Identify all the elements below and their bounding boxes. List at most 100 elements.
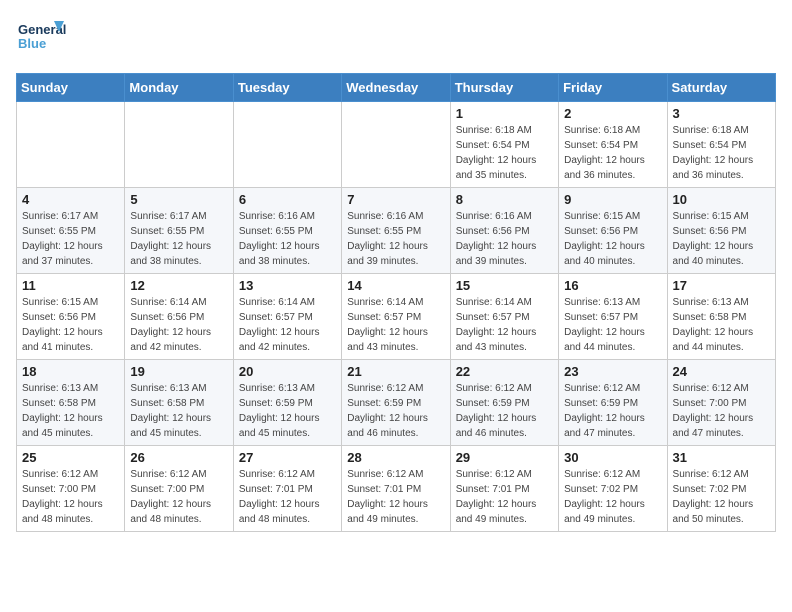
- day-number: 16: [564, 278, 661, 293]
- calendar-cell: 29 Sunrise: 6:12 AMSunset: 7:01 PMDayligh…: [450, 446, 558, 532]
- calendar-cell: 20 Sunrise: 6:13 AMSunset: 6:59 PMDayligh…: [233, 360, 341, 446]
- calendar-cell: 23 Sunrise: 6:12 AMSunset: 6:59 PMDayligh…: [559, 360, 667, 446]
- day-number: 19: [130, 364, 227, 379]
- weekday-header-thursday: Thursday: [450, 74, 558, 102]
- calendar-cell: 15 Sunrise: 6:14 AMSunset: 6:57 PMDayligh…: [450, 274, 558, 360]
- calendar-cell: 12Sunrise: 6:14 AMSunset: 6:56 PMDayligh…: [125, 274, 233, 360]
- day-number: 26: [130, 450, 227, 465]
- day-number: 13: [239, 278, 336, 293]
- day-info: Sunrise: 6:12 AMSunset: 7:00 PMDaylight:…: [22, 467, 119, 527]
- day-number: 15: [456, 278, 553, 293]
- day-number: 7: [347, 192, 444, 207]
- calendar-cell: 2 Sunrise: 6:18 AMSunset: 6:54 PMDaylight…: [559, 102, 667, 188]
- calendar-cell: 11 Sunrise: 6:15 AMSunset: 6:56 PMDayligh…: [17, 274, 125, 360]
- calendar-cell: 3 Sunrise: 6:18 AMSunset: 6:54 PMDaylight…: [667, 102, 775, 188]
- day-number: 27: [239, 450, 336, 465]
- day-number: 6: [239, 192, 336, 207]
- weekday-header-saturday: Saturday: [667, 74, 775, 102]
- day-info: Sunrise: 6:13 AMSunset: 6:59 PMDaylight:…: [239, 381, 336, 441]
- day-info: Sunrise: 6:12 AMSunset: 7:01 PMDaylight:…: [456, 467, 553, 527]
- day-info: Sunrise: 6:13 AMSunset: 6:58 PMDaylight:…: [22, 381, 119, 441]
- day-number: 29: [456, 450, 553, 465]
- calendar-cell: 5 Sunrise: 6:17 AMSunset: 6:55 PMDaylight…: [125, 188, 233, 274]
- day-info: Sunrise: 6:14 AMSunset: 6:57 PMDaylight:…: [239, 295, 336, 355]
- weekday-header-monday: Monday: [125, 74, 233, 102]
- day-number: 22: [456, 364, 553, 379]
- day-info: Sunrise: 6:12 AMSunset: 6:59 PMDaylight:…: [456, 381, 553, 441]
- weekday-header-friday: Friday: [559, 74, 667, 102]
- day-info: Sunrise: 6:13 AMSunset: 6:58 PMDaylight:…: [673, 295, 770, 355]
- day-number: 20: [239, 364, 336, 379]
- day-number: 11: [22, 278, 119, 293]
- day-number: 23: [564, 364, 661, 379]
- day-info: Sunrise: 6:16 AMSunset: 6:56 PMDaylight:…: [456, 209, 553, 269]
- page-header: General Blue: [16, 16, 776, 61]
- day-info: Sunrise: 6:13 AMSunset: 6:57 PMDaylight:…: [564, 295, 661, 355]
- day-number: 14: [347, 278, 444, 293]
- day-info: Sunrise: 6:14 AMSunset: 6:56 PMDaylight:…: [130, 295, 227, 355]
- day-info: Sunrise: 6:18 AMSunset: 6:54 PMDaylight:…: [564, 123, 661, 183]
- calendar-cell: 6 Sunrise: 6:16 AMSunset: 6:55 PMDaylight…: [233, 188, 341, 274]
- calendar-cell: 31 Sunrise: 6:12 AMSunset: 7:02 PMDayligh…: [667, 446, 775, 532]
- day-info: Sunrise: 6:12 AMSunset: 7:00 PMDaylight:…: [673, 381, 770, 441]
- calendar-cell: 30Sunrise: 6:12 AMSunset: 7:02 PMDayligh…: [559, 446, 667, 532]
- day-info: Sunrise: 6:12 AMSunset: 7:01 PMDaylight:…: [239, 467, 336, 527]
- calendar-cell: 9 Sunrise: 6:15 AMSunset: 6:56 PMDaylight…: [559, 188, 667, 274]
- calendar-cell: 19 Sunrise: 6:13 AMSunset: 6:58 PMDayligh…: [125, 360, 233, 446]
- calendar-week-row: 4Sunrise: 6:17 AMSunset: 6:55 PMDaylight…: [17, 188, 776, 274]
- day-number: 3: [673, 106, 770, 121]
- day-info: Sunrise: 6:17 AMSunset: 6:55 PMDaylight:…: [130, 209, 227, 269]
- weekday-header-wednesday: Wednesday: [342, 74, 450, 102]
- day-number: 18: [22, 364, 119, 379]
- day-info: Sunrise: 6:12 AMSunset: 7:02 PMDaylight:…: [564, 467, 661, 527]
- day-info: Sunrise: 6:15 AMSunset: 6:56 PMDaylight:…: [564, 209, 661, 269]
- day-number: 24: [673, 364, 770, 379]
- day-number: 2: [564, 106, 661, 121]
- calendar-cell: 4Sunrise: 6:17 AMSunset: 6:55 PMDaylight…: [17, 188, 125, 274]
- calendar-cell: 25 Sunrise: 6:12 AMSunset: 7:00 PMDayligh…: [17, 446, 125, 532]
- calendar-week-row: 25 Sunrise: 6:12 AMSunset: 7:00 PMDayligh…: [17, 446, 776, 532]
- day-number: 10: [673, 192, 770, 207]
- calendar-table: SundayMondayTuesdayWednesdayThursdayFrid…: [16, 73, 776, 532]
- calendar-cell: 16 Sunrise: 6:13 AMSunset: 6:57 PMDayligh…: [559, 274, 667, 360]
- calendar-cell: 27 Sunrise: 6:12 AMSunset: 7:01 PMDayligh…: [233, 446, 341, 532]
- calendar-cell: 10 Sunrise: 6:15 AMSunset: 6:56 PMDayligh…: [667, 188, 775, 274]
- calendar-cell: 21 Sunrise: 6:12 AMSunset: 6:59 PMDayligh…: [342, 360, 450, 446]
- day-info: Sunrise: 6:16 AMSunset: 6:55 PMDaylight:…: [239, 209, 336, 269]
- logo-svg: General Blue: [16, 16, 66, 61]
- logo: General Blue: [16, 16, 66, 61]
- day-number: 21: [347, 364, 444, 379]
- day-number: 25: [22, 450, 119, 465]
- day-number: 1: [456, 106, 553, 121]
- day-number: 8: [456, 192, 553, 207]
- day-info: Sunrise: 6:13 AMSunset: 6:58 PMDaylight:…: [130, 381, 227, 441]
- weekday-header-row: SundayMondayTuesdayWednesdayThursdayFrid…: [17, 74, 776, 102]
- day-number: 9: [564, 192, 661, 207]
- calendar-cell: [342, 102, 450, 188]
- day-info: Sunrise: 6:14 AMSunset: 6:57 PMDaylight:…: [456, 295, 553, 355]
- calendar-cell: [233, 102, 341, 188]
- day-info: Sunrise: 6:15 AMSunset: 6:56 PMDaylight:…: [22, 295, 119, 355]
- day-info: Sunrise: 6:17 AMSunset: 6:55 PMDaylight:…: [22, 209, 119, 269]
- calendar-cell: 26 Sunrise: 6:12 AMSunset: 7:00 PMDayligh…: [125, 446, 233, 532]
- day-info: Sunrise: 6:12 AMSunset: 6:59 PMDaylight:…: [347, 381, 444, 441]
- day-info: Sunrise: 6:12 AMSunset: 6:59 PMDaylight:…: [564, 381, 661, 441]
- calendar-cell: 1Sunrise: 6:18 AMSunset: 6:54 PMDaylight…: [450, 102, 558, 188]
- svg-text:Blue: Blue: [18, 36, 46, 51]
- day-info: Sunrise: 6:12 AMSunset: 7:02 PMDaylight:…: [673, 467, 770, 527]
- calendar-cell: 18 Sunrise: 6:13 AMSunset: 6:58 PMDayligh…: [17, 360, 125, 446]
- day-number: 31: [673, 450, 770, 465]
- calendar-week-row: 1 Sunrise: 6:18 AMSunset: 6:54 PMDaylight…: [17, 102, 776, 188]
- day-info: Sunrise: 6:15 AMSunset: 6:56 PMDaylight:…: [673, 209, 770, 269]
- weekday-header-sunday: Sunday: [17, 74, 125, 102]
- calendar-week-row: 11 Sunrise: 6:15 AMSunset: 6:56 PMDayligh…: [17, 274, 776, 360]
- calendar-cell: 28Sunrise: 6:12 AMSunset: 7:01 PMDayligh…: [342, 446, 450, 532]
- calendar-cell: 24 Sunrise: 6:12 AMSunset: 7:00 PMDayligh…: [667, 360, 775, 446]
- calendar-cell: 7Sunrise: 6:16 AMSunset: 6:55 PMDaylight…: [342, 188, 450, 274]
- day-info: Sunrise: 6:12 AMSunset: 7:00 PMDaylight:…: [130, 467, 227, 527]
- weekday-header-tuesday: Tuesday: [233, 74, 341, 102]
- day-info: Sunrise: 6:18 AMSunset: 6:54 PMDaylight:…: [673, 123, 770, 183]
- day-number: 17: [673, 278, 770, 293]
- day-number: 5: [130, 192, 227, 207]
- day-number: 28: [347, 450, 444, 465]
